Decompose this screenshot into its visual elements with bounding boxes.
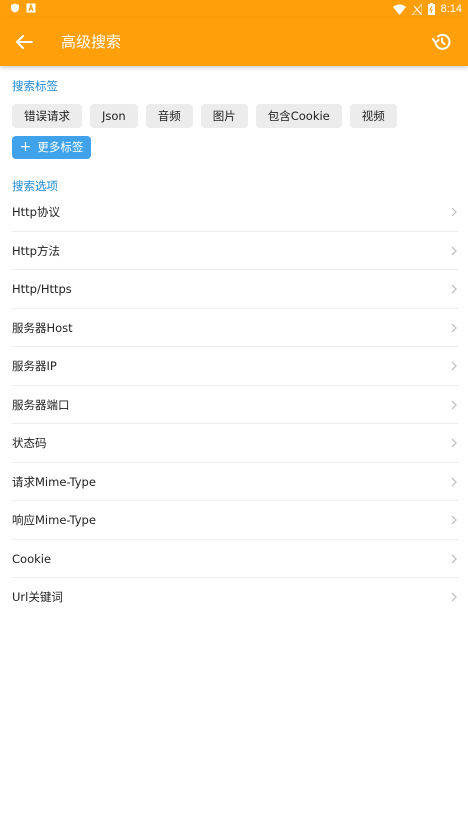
chevron-right-icon xyxy=(451,592,457,602)
tag-chip[interactable]: Json xyxy=(90,104,138,128)
shield-notification-icon xyxy=(11,3,19,13)
option-label: 请求Mime-Type xyxy=(12,474,96,489)
status-time: 8:14 xyxy=(440,3,462,15)
chevron-right-icon xyxy=(451,323,457,332)
app-notification-icon xyxy=(26,3,36,13)
chevron-right-icon xyxy=(451,554,457,563)
option-row[interactable]: Http/Https xyxy=(12,270,458,309)
no-signal-icon xyxy=(411,3,422,15)
option-row[interactable]: Http协议 xyxy=(12,193,458,232)
option-label: 响应Mime-Type xyxy=(12,513,96,527)
tag-chip[interactable]: 视频 xyxy=(349,104,397,128)
option-label: Cookie xyxy=(12,551,52,566)
more-tags-button[interactable]: + 更多标签 xyxy=(12,136,91,159)
option-row[interactable]: 请求Mime-Type xyxy=(12,463,458,501)
options-section-title: 搜索选项 xyxy=(12,179,58,193)
option-label: Http协议 xyxy=(12,205,60,219)
tag-chip[interactable]: 错误请求 xyxy=(12,104,82,128)
option-row[interactable]: 状态码 xyxy=(12,424,458,463)
option-label: 状态码 xyxy=(12,436,47,450)
chevron-right-icon xyxy=(451,477,457,486)
option-label: Http/Https xyxy=(12,282,72,296)
wifi-icon xyxy=(392,4,406,15)
chevron-right-icon xyxy=(451,361,457,371)
option-row[interactable]: 服务器端口 xyxy=(12,386,458,424)
plus-icon: + xyxy=(19,139,32,155)
tag-list: 错误请求 Json 音频 图片 包含Cookie 视频 xyxy=(12,104,456,128)
tag-chip[interactable]: 图片 xyxy=(200,104,248,128)
chevron-right-icon xyxy=(451,438,457,448)
option-label: 服务器IP xyxy=(12,359,57,373)
option-label: Http方法 xyxy=(12,243,60,258)
option-label: 服务器Host xyxy=(12,320,73,335)
option-row[interactable]: 服务器IP xyxy=(12,347,458,386)
more-tags-label: 更多标签 xyxy=(37,140,84,154)
chevron-right-icon xyxy=(451,400,457,409)
page-title: 高级搜索 xyxy=(61,33,122,51)
chevron-right-icon xyxy=(451,284,457,294)
chevron-right-icon xyxy=(451,246,457,255)
chevron-right-icon xyxy=(451,515,457,525)
options-list: Http协议 Http方法 Http/Https 服务器Host 服务器IP 服… xyxy=(12,193,458,617)
history-icon[interactable] xyxy=(430,30,454,54)
option-label: Url关键词 xyxy=(12,590,63,604)
back-arrow-icon[interactable] xyxy=(12,30,36,54)
app-bar: 高级搜索 xyxy=(0,18,468,66)
tag-chip[interactable]: 音频 xyxy=(145,104,193,128)
tags-section-title: 搜索标签 xyxy=(12,79,58,93)
option-label: 服务器端口 xyxy=(12,397,70,412)
status-bar: 8:14 xyxy=(0,0,468,18)
tag-chip[interactable]: 包含Cookie xyxy=(255,104,342,128)
option-row[interactable]: Http方法 xyxy=(12,232,458,270)
option-row[interactable]: Url关键词 xyxy=(12,578,458,617)
battery-icon xyxy=(427,3,435,15)
option-row[interactable]: 响应Mime-Type xyxy=(12,501,458,540)
chevron-right-icon xyxy=(451,207,457,217)
option-row[interactable]: 服务器Host xyxy=(12,309,458,347)
option-row[interactable]: Cookie xyxy=(12,540,458,578)
